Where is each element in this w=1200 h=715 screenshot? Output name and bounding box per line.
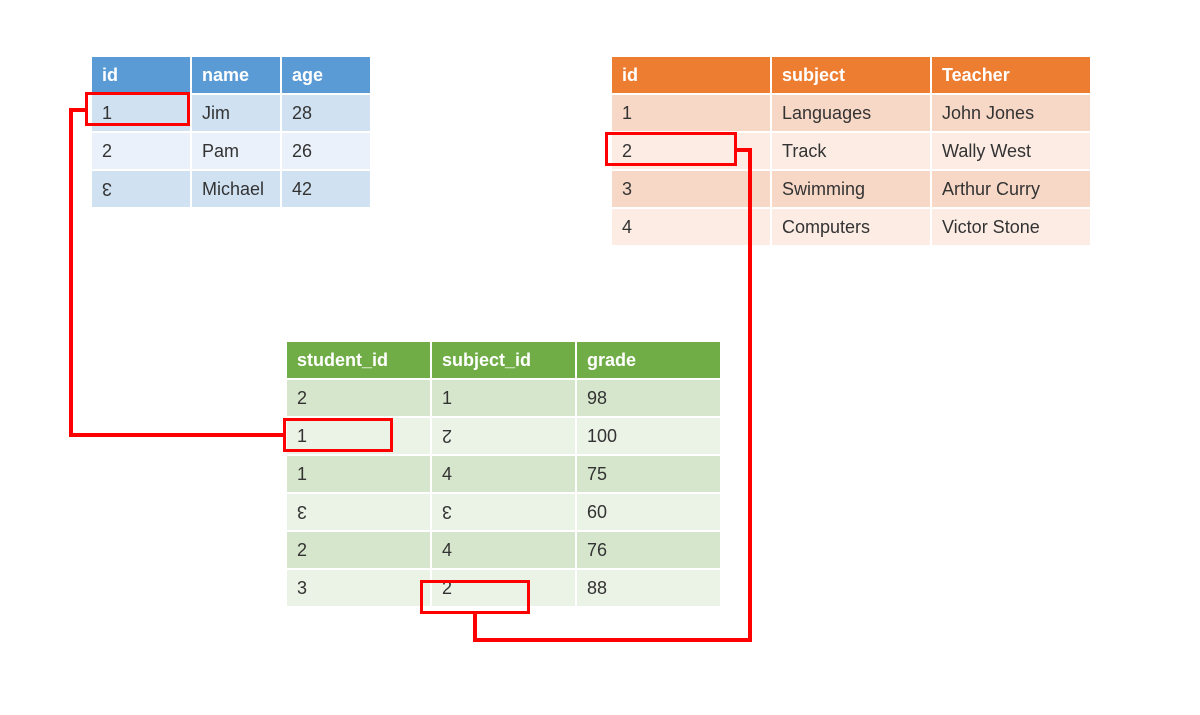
cell: 3 [611, 170, 771, 208]
cell: Swimming [771, 170, 931, 208]
cell: Wally West [931, 132, 1091, 170]
col-header: grade [576, 341, 721, 379]
cell: 88 [576, 569, 721, 607]
table-row: 1 2 100 [286, 417, 721, 455]
cell: 2 [91, 132, 191, 170]
cell: 3 [431, 493, 576, 531]
cell: Pam [191, 132, 281, 170]
cell: 100 [576, 417, 721, 455]
cell: 98 [576, 379, 721, 417]
cell: 3 [286, 569, 431, 607]
cell: Arthur Curry [931, 170, 1091, 208]
cell: 76 [576, 531, 721, 569]
students-table: id name age 1 Jim 28 2 Pam 26 3 Michael … [90, 55, 372, 209]
cell: 2 [286, 531, 431, 569]
col-header: subject [771, 56, 931, 94]
table-row: 4 Computers Victor Stone [611, 208, 1091, 246]
cell: Languages [771, 94, 931, 132]
cell: Track [771, 132, 931, 170]
cell: 3 [91, 170, 191, 208]
table-row: 2 Track Wally West [611, 132, 1091, 170]
cell: 1 [286, 455, 431, 493]
cell: Computers [771, 208, 931, 246]
cell: 26 [281, 132, 371, 170]
cell: 2 [431, 569, 576, 607]
table-row: 2 Pam 26 [91, 132, 371, 170]
col-header: name [191, 56, 281, 94]
table-row: 3 Michael 42 [91, 170, 371, 208]
cell: 2 [286, 379, 431, 417]
cell: 75 [576, 455, 721, 493]
cell: 1 [431, 379, 576, 417]
cell: John Jones [931, 94, 1091, 132]
cell: 28 [281, 94, 371, 132]
cell: 2 [431, 417, 576, 455]
cell: 3 [286, 493, 431, 531]
table-header-row: student_id subject_id grade [286, 341, 721, 379]
table-row: 3 3 60 [286, 493, 721, 531]
table-header-row: id subject Teacher [611, 56, 1091, 94]
cell: 1 [286, 417, 431, 455]
table-header-row: id name age [91, 56, 371, 94]
col-header: id [611, 56, 771, 94]
cell: 2 [611, 132, 771, 170]
table-row: 1 Languages John Jones [611, 94, 1091, 132]
cell: Jim [191, 94, 281, 132]
grades-table: student_id subject_id grade 2 1 98 1 2 1… [285, 340, 722, 608]
cell: Victor Stone [931, 208, 1091, 246]
table-row: 1 Jim 28 [91, 94, 371, 132]
cell: 1 [611, 94, 771, 132]
cell: 1 [91, 94, 191, 132]
cell: 42 [281, 170, 371, 208]
cell: 60 [576, 493, 721, 531]
table-row: 3 2 88 [286, 569, 721, 607]
table-row: 3 Swimming Arthur Curry [611, 170, 1091, 208]
col-header: age [281, 56, 371, 94]
col-header: Teacher [931, 56, 1091, 94]
table-row: 2 1 98 [286, 379, 721, 417]
col-header: student_id [286, 341, 431, 379]
col-header: id [91, 56, 191, 94]
cell: 4 [431, 531, 576, 569]
table-row: 1 4 75 [286, 455, 721, 493]
cell: 4 [431, 455, 576, 493]
table-row: 2 4 76 [286, 531, 721, 569]
cell: Michael [191, 170, 281, 208]
col-header: subject_id [431, 341, 576, 379]
subjects-table: id subject Teacher 1 Languages John Jone… [610, 55, 1092, 247]
cell: 4 [611, 208, 771, 246]
